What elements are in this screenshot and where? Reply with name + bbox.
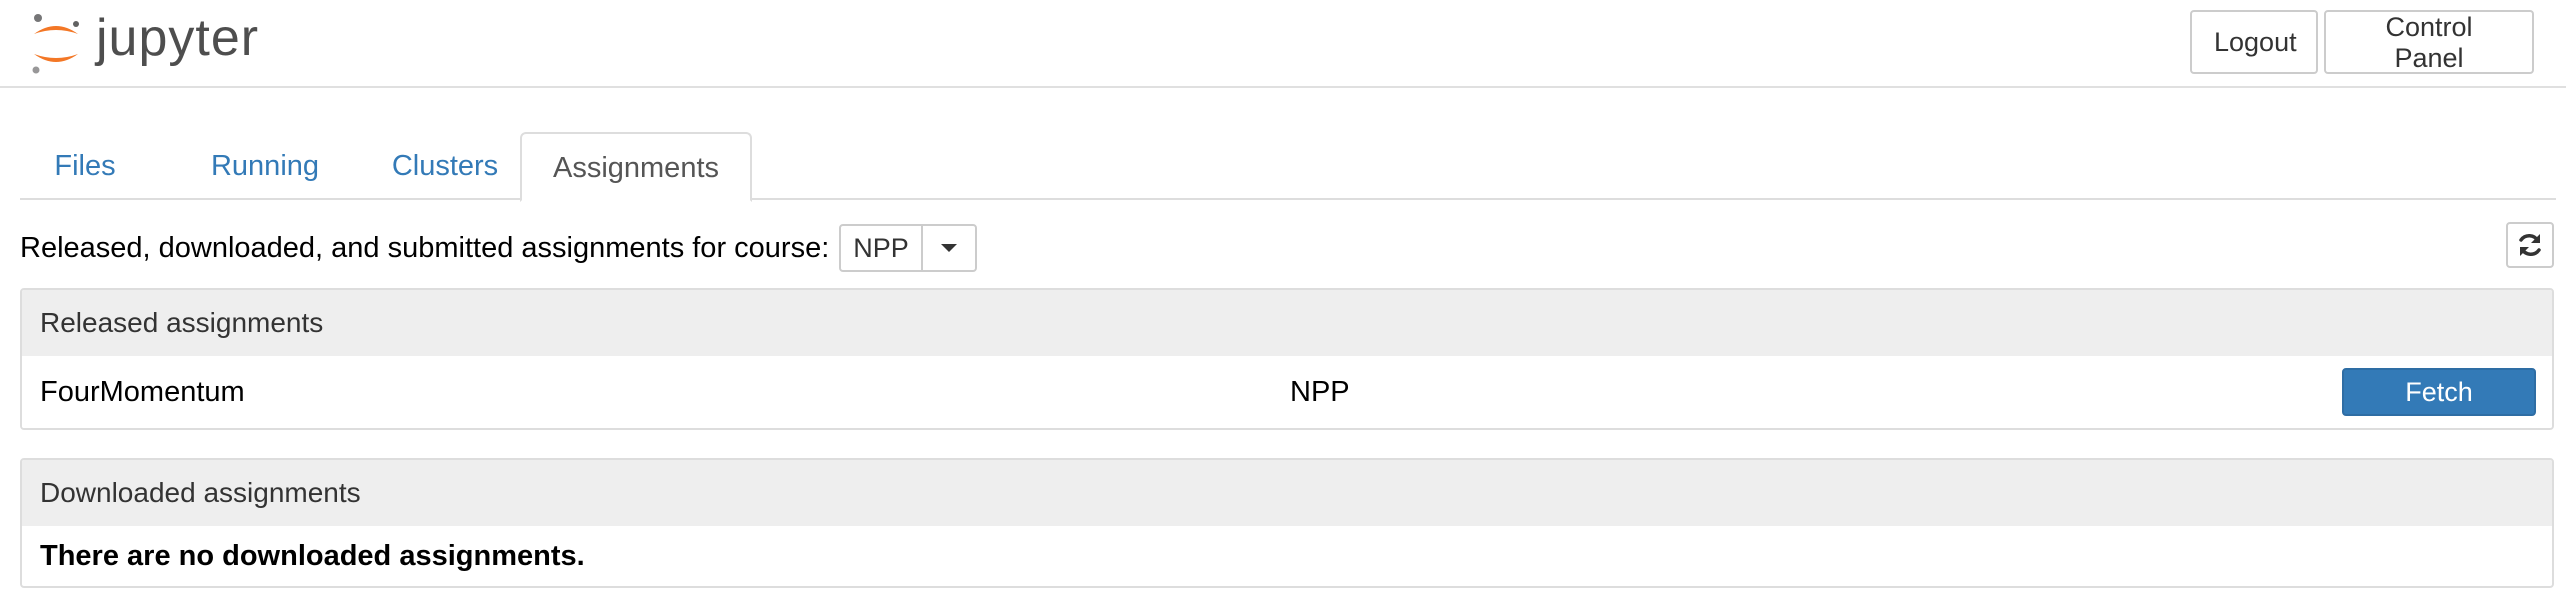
jupyter-logo-icon xyxy=(28,10,84,76)
course-dropdown-toggle[interactable] xyxy=(923,226,975,270)
tab-files[interactable]: Files xyxy=(20,132,150,200)
refresh-icon xyxy=(2519,234,2541,256)
tab-clusters[interactable]: Clusters xyxy=(350,132,540,200)
logout-button[interactable]: Logout xyxy=(2190,10,2318,74)
released-assignments-heading: Released assignments xyxy=(22,290,2552,356)
tab-assignments[interactable]: Assignments xyxy=(520,132,752,202)
header: jupyter Logout Control Panel xyxy=(0,0,2566,88)
jupyter-logo[interactable]: jupyter xyxy=(28,10,259,76)
course-selector-row: Released, downloaded, and submitted assi… xyxy=(20,224,977,272)
downloaded-assignments-heading: Downloaded assignments xyxy=(22,460,2552,526)
assignment-name: FourMomentum xyxy=(40,376,245,408)
logo-text: jupyter xyxy=(96,9,260,67)
list-item: FourMomentum NPP Fetch xyxy=(22,356,2552,428)
control-panel-button[interactable]: Control Panel xyxy=(2324,10,2534,74)
assignment-course: NPP xyxy=(1290,376,1350,408)
downloaded-assignments-panel: Downloaded assignments There are no down… xyxy=(20,458,2554,588)
tab-bar: Files Running Clusters Assignments xyxy=(20,132,2556,202)
caret-down-icon xyxy=(940,244,957,252)
released-assignments-panel: Released assignments FourMomentum NPP Fe… xyxy=(20,288,2554,430)
refresh-button[interactable] xyxy=(2506,222,2554,268)
fetch-button[interactable]: Fetch xyxy=(2342,368,2536,416)
course-dropdown[interactable]: NPP xyxy=(839,224,977,272)
course-label: Released, downloaded, and submitted assi… xyxy=(20,231,830,264)
course-selected-value[interactable]: NPP xyxy=(841,226,923,270)
tab-running[interactable]: Running xyxy=(170,132,360,200)
empty-message: There are no downloaded assignments. xyxy=(40,540,585,572)
